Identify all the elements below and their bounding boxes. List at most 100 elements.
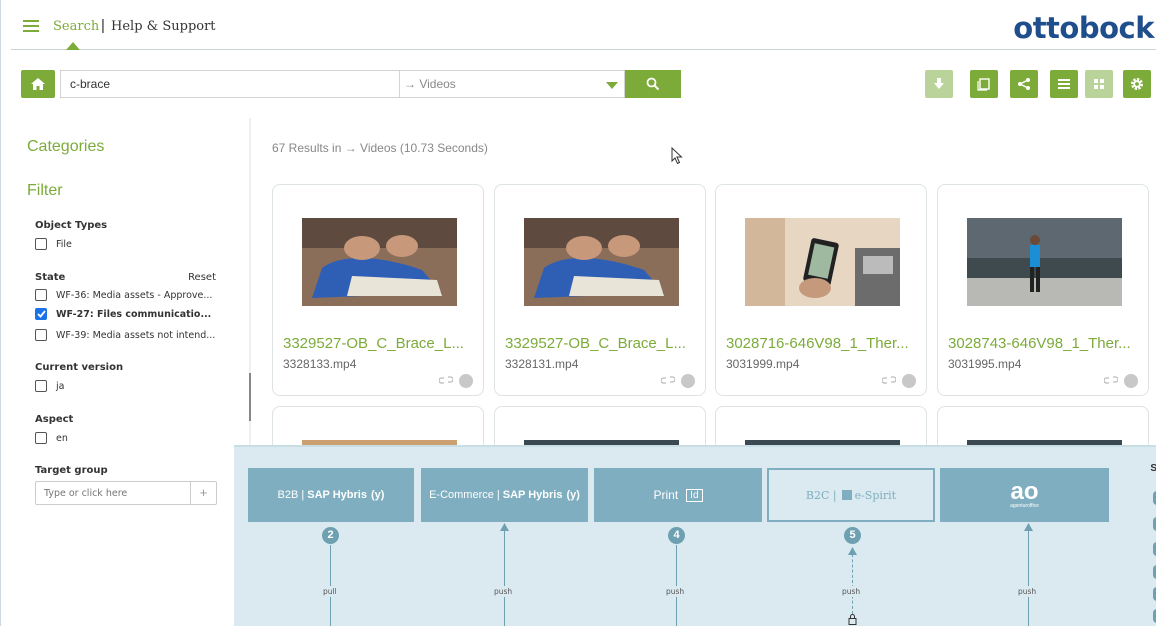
flow-label-pull: pull [323,586,337,597]
search-scope-select[interactable]: → Videos [400,70,625,98]
clipboard-button[interactable] [970,70,998,98]
checkbox[interactable] [35,380,47,392]
target-group-input[interactable] [36,482,191,504]
system-prefix: E-Commerce | [429,489,500,501]
facet-option-wf39[interactable]: WF-39: Media assets not intend... [35,328,215,342]
hamburger-menu-icon[interactable] [23,20,39,32]
result-card[interactable]: 3329527-OB_C_Brace_L... 3328131.mp4 [494,184,706,396]
ottobock-logo[interactable]: ottobock [1013,11,1154,45]
nav-search-link[interactable]: Search [53,19,99,34]
flow-line [504,525,505,626]
integration-diagram-overlay: B2B | SAP Hybris (y) E-Commerce | SAP Hy… [234,445,1156,626]
thumbnail[interactable] [745,218,900,306]
link-icon[interactable] [661,375,675,385]
list-view-button[interactable] [1050,70,1078,98]
search-button[interactable] [625,70,681,98]
checkbox[interactable] [35,289,47,301]
link-icon[interactable] [439,375,453,385]
settings-button[interactable] [1123,70,1151,98]
video-thumbnail [302,218,457,306]
hybris-logo-icon: (y) [566,489,580,501]
facet-option-wf27[interactable]: WF-27: Files communicatio... [35,307,211,321]
video-thumbnail [524,218,679,306]
result-title[interactable]: 3329527-OB_C_Brace_L... [505,335,686,352]
share-icon [1018,78,1030,90]
home-button[interactable] [21,70,55,98]
video-thumbnail [967,218,1122,306]
step-badge-5: 5 [844,527,861,544]
active-tab-indicator [66,42,80,50]
grid-view-icon [1094,79,1104,89]
result-card[interactable]: 3329527-OB_C_Brace_L... 3328133.mp4 [272,184,484,396]
status-indicator [459,374,473,388]
home-icon [31,78,45,90]
system-box-agenturoffice: ao agenturoffice [940,468,1109,522]
facet-option-wf36[interactable]: WF-36: Media assets - Approve... [35,288,212,302]
results-summary: 67 Results in → Videos (10.73 Seconds) [272,141,488,155]
facet-option-label: WF-27: Files communicatio... [56,308,212,320]
mouse-pointer-icon [671,147,683,165]
app-window: Search | Help & Support ottobock → Video… [0,0,1156,626]
system-prefix: B2C | [805,488,837,502]
facet-option-file[interactable]: File [35,237,72,251]
status-indicator [681,374,695,388]
link-icon[interactable] [882,375,896,385]
facet-option-label: en [56,432,68,444]
step-badge-2: 2 [322,527,339,544]
download-button[interactable] [925,70,953,98]
thumbnail[interactable] [302,218,457,306]
categories-heading[interactable]: Categories [27,138,104,156]
checkbox[interactable] [35,432,47,444]
lock-icon [848,614,857,625]
result-card[interactable]: 3028743-646V98_1_Ther... 3031995.mp4 [937,184,1149,396]
clipboard-icon [977,78,990,91]
checkbox[interactable] [35,329,47,341]
result-title[interactable]: 3028743-646V98_1_Ther... [948,335,1131,352]
add-target-group-button[interactable]: + [190,482,216,504]
thumbnail[interactable] [524,218,679,306]
system-box-b2b: B2B | SAP Hybris (y) [248,468,414,522]
result-filename: 3031995.mp4 [948,357,1022,371]
indesign-logo-icon: Id [686,488,703,502]
search-input[interactable] [60,70,400,98]
system-prefix: Print [653,488,679,502]
facet-title-object-types: Object Types [35,220,108,231]
checkbox[interactable] [35,238,47,250]
grid-view-button[interactable] [1085,70,1113,98]
facet-option-ja[interactable]: ja [35,379,64,393]
result-title[interactable]: 3028716-646V98_1_Ther... [726,335,909,352]
status-indicator [902,374,916,388]
agenturoffice-logo-icon: ao [1010,478,1039,505]
checkbox-checked[interactable] [35,308,47,320]
target-group-field: + [35,481,217,505]
system-prefix: B2B | [277,489,305,501]
flow-label-push: push [842,586,861,597]
checkmark-icon [36,310,46,318]
chevron-down-icon [606,82,618,89]
flow-label-push: push [1018,586,1037,597]
result-card[interactable]: 3028716-646V98_1_Ther... 3031999.mp4 [715,184,927,396]
share-button[interactable] [1010,70,1038,98]
facet-option-en[interactable]: en [35,431,68,445]
nav-separator: | [101,17,105,34]
filter-heading: Filter [27,182,63,199]
sidebar-scrollbar[interactable] [249,373,251,421]
facet-title-aspect: Aspect [35,414,74,425]
thumbnail[interactable] [967,218,1122,306]
link-icon[interactable] [1104,375,1118,385]
facet-title-current-version: Current version [35,362,124,373]
state-reset-link[interactable]: Reset [188,272,216,283]
facet-title-state: State [35,272,66,283]
result-filename: 3031999.mp4 [726,357,800,371]
flow-line-dashed [852,549,853,614]
download-icon [934,78,944,89]
nav-help-link[interactable]: Help & Support [111,19,216,34]
result-filename: 3328133.mp4 [283,357,357,371]
result-toolbar [925,70,1156,98]
facet-title-target-group: Target group [35,465,108,476]
list-view-icon [1058,79,1070,89]
result-title[interactable]: 3329527-OB_C_Brace_L... [283,335,464,352]
arrow-up-icon [1024,523,1033,531]
result-filename: 3328131.mp4 [505,357,579,371]
system-box-b2c: B2C | e-Spirit [767,468,935,522]
